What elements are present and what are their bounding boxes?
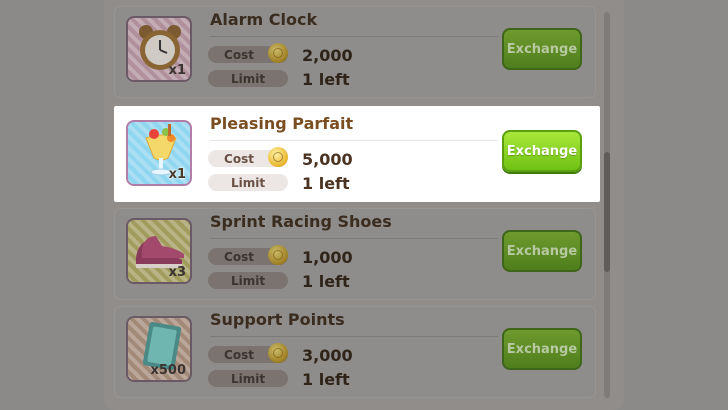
item-thumbnail: x3 <box>126 218 192 284</box>
item-name: Pleasing Parfait <box>210 114 354 133</box>
cost-value: 2,000 <box>302 46 353 65</box>
cost-value: 3,000 <box>302 346 353 365</box>
coin-icon <box>268 245 288 265</box>
list-item: x1 Pleasing Parfait Cost 5,000 Limit 1 l… <box>114 106 600 202</box>
item-quantity: x3 <box>168 265 186 280</box>
cost-label: Cost <box>208 245 288 265</box>
limit-label: Limit <box>208 70 288 87</box>
exchange-button[interactable]: Exchange <box>502 328 582 370</box>
cost-label: Cost <box>208 43 288 63</box>
divider <box>210 336 498 337</box>
exchange-button[interactable]: Exchange <box>502 230 582 272</box>
item-quantity: x500 <box>150 363 186 378</box>
list-item: x500 Support Points Cost 3,000 Limit 1 l… <box>114 306 596 398</box>
scroll-thumb[interactable] <box>604 152 610 272</box>
cost-label: Cost <box>208 147 288 167</box>
divider <box>210 238 498 239</box>
divider <box>210 36 498 37</box>
limit-value: 1 left <box>302 70 350 89</box>
limit-value: 1 left <box>302 174 350 193</box>
item-thumbnail: x500 <box>126 316 192 382</box>
item-name: Alarm Clock <box>210 10 318 29</box>
list-item: x3 Sprint Racing Shoes Cost 1,000 Limit … <box>114 208 596 300</box>
cost-label: Cost <box>208 343 288 363</box>
item-quantity: x1 <box>168 63 186 78</box>
limit-value: 1 left <box>302 272 350 291</box>
divider <box>210 140 498 141</box>
exchange-button[interactable]: Exchange <box>502 130 582 172</box>
coin-icon <box>268 343 288 363</box>
item-quantity: x1 <box>168 167 186 182</box>
item-name: Support Points <box>210 310 345 329</box>
limit-value: 1 left <box>302 370 350 389</box>
cost-value: 5,000 <box>302 150 353 169</box>
list-item: x1 Alarm Clock Cost 2,000 Limit 1 left E… <box>114 6 596 98</box>
limit-label: Limit <box>208 272 288 289</box>
coin-icon <box>268 147 288 167</box>
scrollbar[interactable] <box>604 12 610 398</box>
coin-icon <box>268 43 288 63</box>
cost-value: 1,000 <box>302 248 353 267</box>
exchange-button[interactable]: Exchange <box>502 28 582 70</box>
item-name: Sprint Racing Shoes <box>210 212 392 231</box>
limit-label: Limit <box>208 370 288 387</box>
item-thumbnail: x1 <box>126 16 192 82</box>
limit-label: Limit <box>208 174 288 191</box>
item-thumbnail: x1 <box>126 120 192 186</box>
